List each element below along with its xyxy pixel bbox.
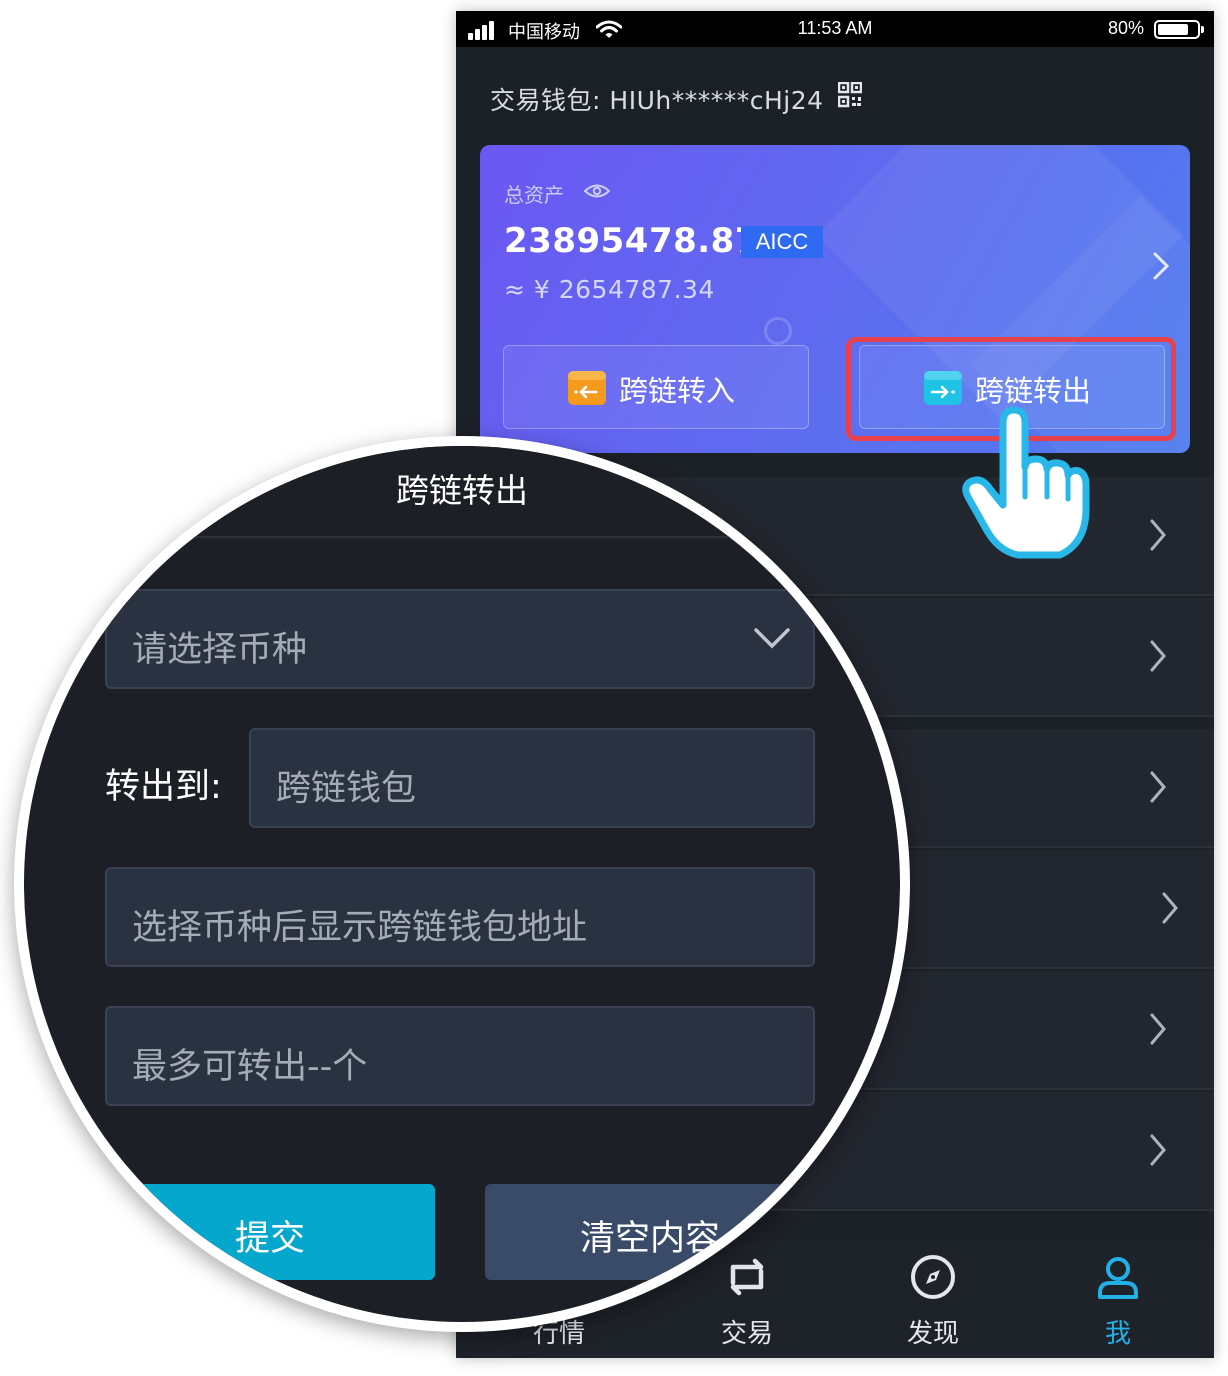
cross-chain-in-button[interactable]: 跨链转入 — [503, 345, 809, 429]
cross-chain-in-label: 跨链转入 — [619, 374, 736, 408]
page-title: 跨链转出 — [396, 471, 528, 510]
wallet-address: HIUh******cHj24 — [609, 86, 824, 115]
clear-label: 清空内容 — [579, 1219, 720, 1259]
page-header: 跨链转出 — [24, 446, 900, 538]
tab-label: 交易 — [720, 1319, 773, 1349]
amount-placeholder: 最多可转出--个 — [132, 1047, 368, 1087]
wallet-address-line: 交易钱包: HIUh******cHj24 — [490, 81, 824, 117]
currency-badge: AICC — [741, 226, 823, 258]
eye-icon[interactable] — [584, 183, 610, 199]
chevron-right-icon[interactable] — [1152, 251, 1170, 281]
pointing-hand-icon — [962, 406, 1090, 559]
chevron-right-icon — [1162, 892, 1178, 924]
battery-icon — [1154, 20, 1204, 39]
chevron-right-icon — [1150, 1013, 1166, 1045]
status-bar: 中国移动 11:53 AM 80% — [456, 11, 1214, 47]
cny-equivalent: ≈ ¥ 2654787.34 — [504, 275, 715, 304]
submit-button[interactable]: 提交 — [105, 1184, 435, 1280]
status-time: 11:53 AM — [797, 18, 873, 38]
zoom-lens: 跨链转出 请选择币种 转出到: 跨链钱包 选择币种后显示跨链钱包地址 最多可转出… — [24, 446, 900, 1322]
submit-label: 提交 — [234, 1219, 305, 1259]
target-wallet-placeholder: 跨链钱包 — [276, 769, 417, 809]
transfer-to-label: 转出到: — [105, 767, 222, 807]
wallet-label: 交易钱包: — [490, 86, 601, 115]
total-assets-value: 23895478.87 — [504, 221, 759, 261]
wallet-address-field[interactable]: 选择币种后显示跨链钱包地址 — [105, 867, 815, 967]
currency-select-placeholder: 请选择币种 — [132, 630, 308, 670]
chevron-right-icon — [1150, 1134, 1166, 1166]
transfer-in-icon — [568, 371, 606, 405]
zoom-magnifier: 跨链转出 请选择币种 转出到: 跨链钱包 选择币种后显示跨链钱包地址 最多可转出… — [14, 436, 910, 1332]
tab-label: 我 — [1104, 1319, 1131, 1349]
user-icon — [1098, 1257, 1138, 1299]
chevron-right-icon — [1150, 640, 1166, 672]
chevron-right-icon — [1150, 771, 1166, 803]
amount-field[interactable]: 最多可转出--个 — [105, 1006, 815, 1106]
battery-percent: 80% — [1107, 18, 1144, 38]
tab-label: 发现 — [906, 1319, 959, 1349]
chevron-right-icon — [1150, 519, 1166, 551]
currency-select[interactable]: 请选择币种 — [105, 589, 815, 689]
clear-button[interactable]: 清空内容 — [485, 1184, 815, 1280]
tab-discover[interactable]: 发现 — [838, 1241, 1028, 1358]
tab-me[interactable]: 我 — [1023, 1241, 1213, 1358]
target-wallet-field[interactable]: 跨链钱包 — [249, 728, 815, 828]
card-decoration — [764, 317, 792, 345]
compass-icon — [911, 1255, 955, 1299]
qr-code-icon[interactable] — [838, 82, 862, 108]
wallet-address-placeholder: 选择币种后显示跨链钱包地址 — [132, 908, 588, 948]
chevron-down-icon — [754, 628, 790, 649]
total-assets-label: 总资产 — [504, 183, 564, 207]
